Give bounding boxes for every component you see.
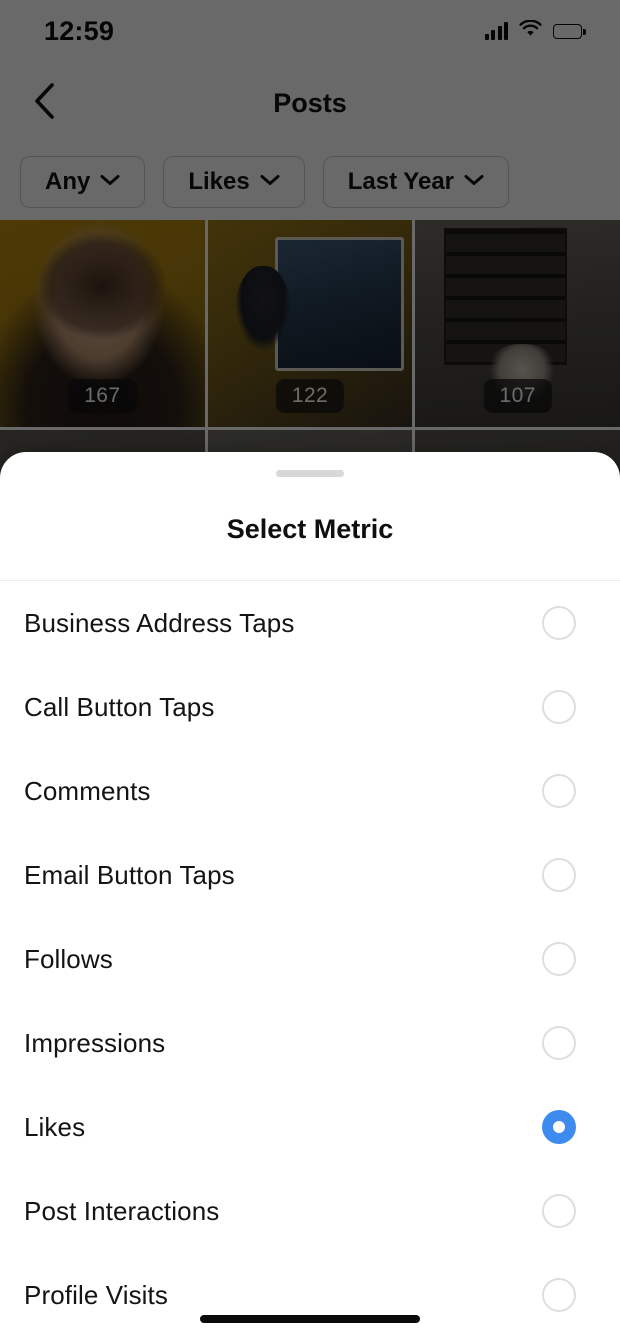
select-metric-sheet: Select Metric Business Address Taps Call… xyxy=(0,452,620,1342)
metric-option-call-button-taps[interactable]: Call Button Taps xyxy=(0,665,620,749)
metric-option-business-address-taps[interactable]: Business Address Taps xyxy=(0,581,620,665)
metric-label: Comments xyxy=(24,775,151,806)
metric-list: Business Address Taps Call Button Taps C… xyxy=(0,581,620,1337)
metric-label: Impressions xyxy=(24,1027,166,1058)
metric-option-comments[interactable]: Comments xyxy=(0,749,620,833)
metric-option-profile-visits[interactable]: Profile Visits xyxy=(0,1253,620,1337)
radio-button[interactable] xyxy=(542,1026,576,1060)
metric-label: Email Button Taps xyxy=(24,859,235,890)
metric-label: Business Address Taps xyxy=(24,607,295,638)
sheet-drag-handle[interactable] xyxy=(276,470,344,477)
radio-button[interactable] xyxy=(542,1278,576,1312)
metric-label: Profile Visits xyxy=(24,1279,168,1310)
metric-label: Follows xyxy=(24,943,113,974)
metric-option-email-button-taps[interactable]: Email Button Taps xyxy=(0,833,620,917)
phone-screen: 12:59 xyxy=(0,0,620,1342)
radio-button[interactable] xyxy=(542,606,576,640)
metric-label: Likes xyxy=(24,1111,86,1142)
metric-option-follows[interactable]: Follows xyxy=(0,917,620,1001)
metric-option-impressions[interactable]: Impressions xyxy=(0,1001,620,1085)
metric-option-post-interactions[interactable]: Post Interactions xyxy=(0,1169,620,1253)
radio-button[interactable] xyxy=(542,690,576,724)
radio-button[interactable] xyxy=(542,1194,576,1228)
radio-button[interactable] xyxy=(542,858,576,892)
radio-button[interactable] xyxy=(542,774,576,808)
radio-button-selected[interactable] xyxy=(542,1110,576,1144)
metric-label: Post Interactions xyxy=(24,1195,220,1226)
sheet-title: Select Metric xyxy=(226,514,394,544)
metric-label: Call Button Taps xyxy=(24,691,215,722)
radio-button[interactable] xyxy=(542,942,576,976)
home-indicator xyxy=(200,1315,420,1323)
metric-option-likes[interactable]: Likes xyxy=(0,1085,620,1169)
